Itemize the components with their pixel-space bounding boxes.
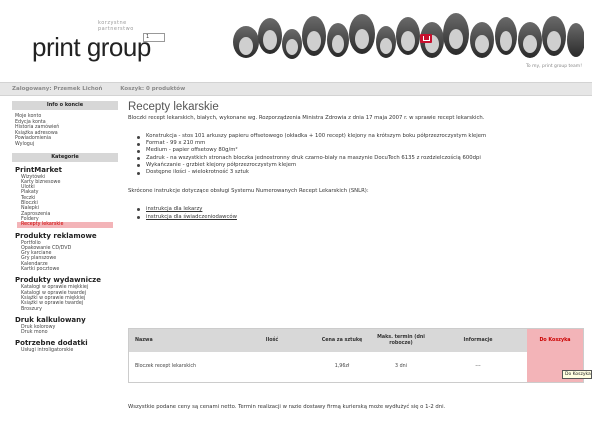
pricing-footnote: Wszystkie podane ceny są cenami netto. T… [128, 404, 446, 410]
add-to-cart-button[interactable] [420, 34, 432, 43]
doctor-instructions-link[interactable]: instrukcja dla lekarzy [146, 206, 202, 212]
category-item-active[interactable]: Recepty lekarskie [17, 222, 113, 228]
spec-item: Wykańczanie - grzbiet klejony półprzezro… [136, 162, 586, 169]
category-list-printmarket: Wizytówki Karty biznesowe Ulotki Plakaty… [12, 174, 118, 228]
spec-item: Zadruk - na wszystkich stronach bloczka … [136, 155, 586, 162]
link-item: instrukcja dla świadczeniodawców [136, 213, 586, 221]
team-slogan: To my, print group team! [525, 64, 582, 69]
header-deadline: Maks. termin (dni robocze) [377, 335, 425, 346]
category-list-advertising: Portfolio Opakowanie CD/DVD Gry karciane… [12, 240, 118, 273]
header-name: Nazwa [135, 338, 153, 343]
page-title: Recepty lekarskie [128, 101, 219, 113]
category-group-calculated-print[interactable]: Druk kalkulowany [12, 316, 118, 324]
snlr-instructions-text: Skrócone instrukcje dotyczące obsługi Sy… [128, 188, 369, 195]
categories-section-header: Kategorie [12, 152, 118, 162]
main-content: Recepty lekarskie Bloczki recept lekarsk… [128, 101, 586, 221]
spec-item: Medium - papier offsetowy 80g/m² [136, 147, 586, 154]
user-bar: Zalogowany: Przemek Lichoń Koszyk: 0 pro… [0, 82, 592, 96]
category-item[interactable]: Druk mono [21, 330, 115, 335]
category-item[interactable]: Usługi introligatorskie [21, 348, 115, 353]
account-menu: Moje konto Edycja konta Historia zamówie… [12, 110, 118, 151]
provider-instructions-link[interactable]: instrukcja dla świadczeniodawców [146, 214, 237, 220]
category-group-advertising[interactable]: Produkty reklamowe [12, 232, 118, 240]
category-item[interactable]: Kartki pocztowe [21, 267, 115, 272]
product-table: Nazwa Ilość Cena za sztukę Maks. termin … [128, 328, 584, 383]
add-to-cart-tooltip: Do Koszyka [562, 370, 592, 379]
deadline-cell: 3 dni [395, 364, 407, 369]
team-photo-banner [233, 13, 584, 59]
header-unit-price: Cena za sztukę [321, 338, 363, 343]
category-list-calculated-print: Druk kolorowy Druk mono [12, 324, 118, 336]
category-group-publishing[interactable]: Produkty wydawnicze [12, 276, 118, 284]
product-name-cell: Bloczek recept lekarskich [135, 364, 197, 369]
spec-item: Dostępne ilości - wielokrotność 3 sztuk [136, 169, 586, 176]
instruction-links: instrukcja dla lekarzy instrukcja dla św… [136, 205, 586, 221]
info-cell: --- [475, 364, 481, 369]
spec-item: Konstrukcja - stos 101 arkuszy papieru o… [136, 133, 586, 140]
logo-word-print: print [32, 32, 81, 62]
logo-text: print group [32, 32, 151, 63]
header-info: Informacje [463, 338, 493, 343]
sidebar-item-logout[interactable]: Wyloguj [15, 142, 115, 148]
category-list-extras: Usługi introligatorskie [12, 347, 118, 353]
cart-summary[interactable]: Koszyk: 0 produktów [120, 86, 185, 92]
link-item: instrukcja dla lekarzy [136, 205, 586, 213]
account-section-header: Info o koncie [12, 101, 118, 110]
page: korzystne partnerstwo print group To my,… [0, 0, 592, 440]
header: korzystne partnerstwo print group To my,… [0, 0, 592, 80]
category-group-extras[interactable]: Potrzebne dodatki [12, 339, 118, 347]
category-item[interactable]: Broszury [21, 307, 115, 312]
logged-in-user[interactable]: Zalogowany: Przemek Lichoń [12, 86, 102, 92]
logo-tagline: korzystne partnerstwo [98, 20, 134, 32]
quantity-input[interactable]: 1 [143, 33, 165, 42]
sidebar: Info o koncie Moje konto Edycja konta Hi… [12, 101, 118, 440]
unit-price-cell: 1,96zł [334, 364, 350, 369]
product-spec-list: Konstrukcja - stos 101 arkuszy papieru o… [136, 133, 586, 176]
logo-word-group: group [86, 32, 152, 62]
header-cart: Do Koszyka [539, 338, 571, 343]
header-qty: Ilość [265, 338, 279, 343]
product-intro: Bloczki recept lekarskich, białych, wyko… [128, 115, 485, 121]
category-list-publishing: Katalogi w oprawie miękkiej Katalogi w o… [12, 284, 118, 311]
category-group-printmarket[interactable]: PrintMarket [12, 166, 118, 174]
